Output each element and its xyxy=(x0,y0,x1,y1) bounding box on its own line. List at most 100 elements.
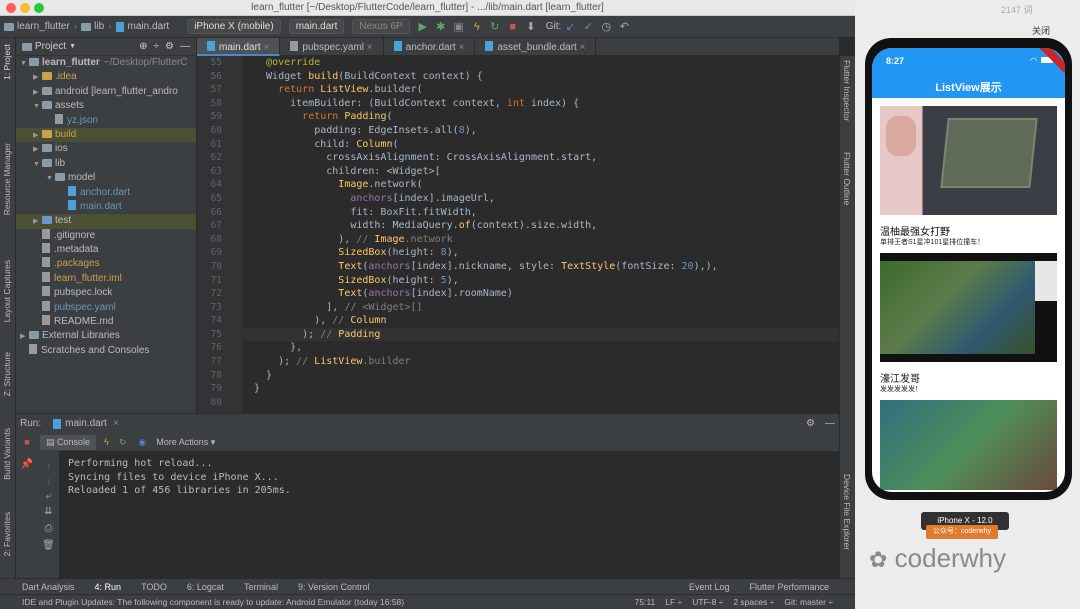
tree-item[interactable]: pubspec.lock xyxy=(16,286,196,300)
tree-arrow-icon[interactable]: ▼ xyxy=(33,158,42,172)
code-line[interactable]: crossAxisAlignment: CrossAxisAlignment.s… xyxy=(242,151,839,165)
code-line[interactable]: anchors[index].imageUrl, xyxy=(242,192,839,206)
code-line[interactable]: return Padding( xyxy=(242,110,839,124)
close-window-button[interactable] xyxy=(6,3,16,13)
trash-icon[interactable]: 🗑 xyxy=(38,540,59,551)
gear-icon[interactable]: ⚙ xyxy=(806,418,815,429)
up-arrow-icon[interactable]: ↑ xyxy=(38,461,59,472)
device-file-explorer-tab[interactable]: Device File Explorer xyxy=(842,474,852,550)
close-icon[interactable]: × xyxy=(263,42,269,53)
code-line[interactable]: ], // <Widget>[] xyxy=(242,301,839,315)
tree-arrow-icon[interactable]: ▶ xyxy=(33,71,42,85)
status-message[interactable]: IDE and Plugin Updates: The following co… xyxy=(22,597,404,607)
git-commit-icon[interactable]: ✓ xyxy=(582,21,594,33)
tree-arrow-icon[interactable]: ▼ xyxy=(46,172,55,186)
code-line[interactable]: @override xyxy=(242,56,839,70)
console-output[interactable]: Performing hot reload... Syncing files to… xyxy=(60,451,827,578)
code-line[interactable]: Widget build(BuildContext context) { xyxy=(242,70,839,84)
tab-main-dart[interactable]: main.dart × xyxy=(197,38,281,56)
code-line[interactable]: } xyxy=(242,369,839,383)
logcat-tab[interactable]: 6: Logcat xyxy=(187,582,224,592)
stream-thumbnail[interactable] xyxy=(880,400,1057,490)
tree-arrow-icon[interactable]: ▼ xyxy=(20,57,29,71)
code-line[interactable]: ), // Column xyxy=(242,314,839,328)
hot-reload-icon[interactable]: ϟ xyxy=(104,437,109,447)
stop-icon[interactable]: ■ xyxy=(507,21,519,33)
tree-item[interactable]: main.dart xyxy=(16,199,196,214)
tree-item[interactable]: .metadata xyxy=(16,243,196,257)
chevron-down-icon[interactable]: ▼ xyxy=(69,43,76,50)
hot-restart-icon[interactable]: ↻ xyxy=(489,21,501,33)
file-encoding[interactable]: UTF-8 ÷ xyxy=(692,597,723,607)
tree-item[interactable]: README.md xyxy=(16,315,196,329)
structure-tab[interactable]: Z: Structure xyxy=(2,352,12,396)
run-config-selector[interactable]: main.dart xyxy=(288,19,345,34)
tree-item[interactable]: .packages xyxy=(16,257,196,271)
flutter-inspector-tab[interactable]: Flutter Inspector xyxy=(842,60,852,121)
event-log-tab[interactable]: Event Log xyxy=(689,582,730,592)
flutter-performance-tab[interactable]: Flutter Performance xyxy=(749,582,829,592)
tree-item[interactable]: pubspec.yaml xyxy=(16,300,196,315)
tree-item[interactable]: ▼ assets xyxy=(16,99,196,113)
sdk-manager-icon[interactable]: ⬇ xyxy=(525,21,537,33)
tree-item[interactable]: ▶ build xyxy=(16,127,196,143)
code-line[interactable] xyxy=(242,396,839,410)
run-icon[interactable]: ▶ xyxy=(417,21,429,33)
version-control-tab[interactable]: 9: Version Control xyxy=(298,582,370,592)
close-icon[interactable]: × xyxy=(113,418,119,429)
code-line[interactable]: itemBuilder: (BuildContext context, int … xyxy=(242,97,839,111)
code-line[interactable]: SizedBox(height: 5), xyxy=(242,274,839,288)
tab-console[interactable]: ▤ Console xyxy=(40,434,97,450)
close-icon[interactable]: × xyxy=(580,42,586,53)
tree-arrow-icon[interactable]: ▶ xyxy=(33,86,42,100)
layout-captures-tab[interactable]: Layout Captures xyxy=(2,260,12,322)
tree-item[interactable]: ▶ ios xyxy=(16,142,196,156)
git-update-icon[interactable]: ↙ xyxy=(564,21,576,33)
caret-position[interactable]: 75:11 xyxy=(635,597,656,607)
tree-item[interactable]: .gitignore xyxy=(16,228,196,243)
devtools-icon[interactable]: ◉ xyxy=(138,437,146,448)
code-line[interactable]: ), // Image.network xyxy=(242,233,839,247)
git-revert-icon[interactable]: ↶ xyxy=(618,21,630,33)
indent-setting[interactable]: 2 spaces ÷ xyxy=(733,597,774,607)
down-arrow-icon[interactable]: ↓ xyxy=(38,476,59,487)
resource-manager-tab[interactable]: Resource Manager xyxy=(2,143,12,215)
project-tool-tab[interactable]: 1: Project xyxy=(2,44,12,80)
breadcrumb-lib[interactable]: lib xyxy=(77,21,108,32)
tree-item[interactable]: learn_flutter.iml xyxy=(16,271,196,286)
build-variants-tab[interactable]: Build Variants xyxy=(2,428,12,480)
tree-arrow-icon[interactable]: ▶ xyxy=(20,330,29,344)
tree-item[interactable]: anchor.dart xyxy=(16,185,196,200)
tab-pubspec-yaml[interactable]: pubspec.yaml × xyxy=(280,38,384,56)
run-tab[interactable]: 4: Run xyxy=(95,582,122,592)
scroll-to-end-icon[interactable]: ⇊ xyxy=(38,506,59,517)
favorites-tab[interactable]: 2: Favorites xyxy=(2,512,12,556)
code-line[interactable]: SizedBox(height: 8), xyxy=(242,246,839,260)
hide-icon[interactable]: — xyxy=(825,418,835,429)
stop-icon[interactable]: ■ xyxy=(16,437,38,447)
close-icon[interactable]: × xyxy=(458,42,464,53)
coverage-icon[interactable]: ▣ xyxy=(453,21,465,33)
tree-item[interactable]: yz.json xyxy=(16,113,196,128)
device-selector[interactable]: iPhone X (mobile) xyxy=(187,19,281,34)
tree-item[interactable]: Scratches and Consoles xyxy=(16,343,196,358)
print-icon[interactable]: ⎙ xyxy=(38,523,59,534)
stream-thumbnail[interactable] xyxy=(880,253,1057,362)
code-line[interactable]: Text(anchors[index].nickname, style: Tex… xyxy=(242,260,839,274)
code-line[interactable]: ); // ListView.builder xyxy=(242,355,839,369)
vcs-branch[interactable]: Git: master ÷ xyxy=(784,597,833,607)
tree-item[interactable]: ▼ lib xyxy=(16,157,196,171)
tree-item[interactable]: ▶ .idea xyxy=(16,70,196,84)
hide-icon[interactable]: — xyxy=(180,41,190,52)
tree-item[interactable]: ▶ android [learn_flutter_andro xyxy=(16,85,196,99)
stream-thumbnail[interactable] xyxy=(880,106,1057,215)
dart-analysis-tab[interactable]: Dart Analysis xyxy=(22,582,75,592)
tree-item[interactable]: ▶ External Libraries xyxy=(16,329,196,343)
hot-restart-icon[interactable]: ↻ xyxy=(119,437,127,448)
breadcrumb-file[interactable]: main.dart xyxy=(112,21,174,32)
terminal-tab[interactable]: Terminal xyxy=(244,582,278,592)
tab-asset-bundle-dart[interactable]: asset_bundle.dart × xyxy=(475,38,597,56)
code-line[interactable]: ); // Padding xyxy=(242,327,839,342)
flutter-outline-tab[interactable]: Flutter Outline xyxy=(842,152,852,205)
code-line[interactable]: children: <Widget>[ xyxy=(242,165,839,179)
